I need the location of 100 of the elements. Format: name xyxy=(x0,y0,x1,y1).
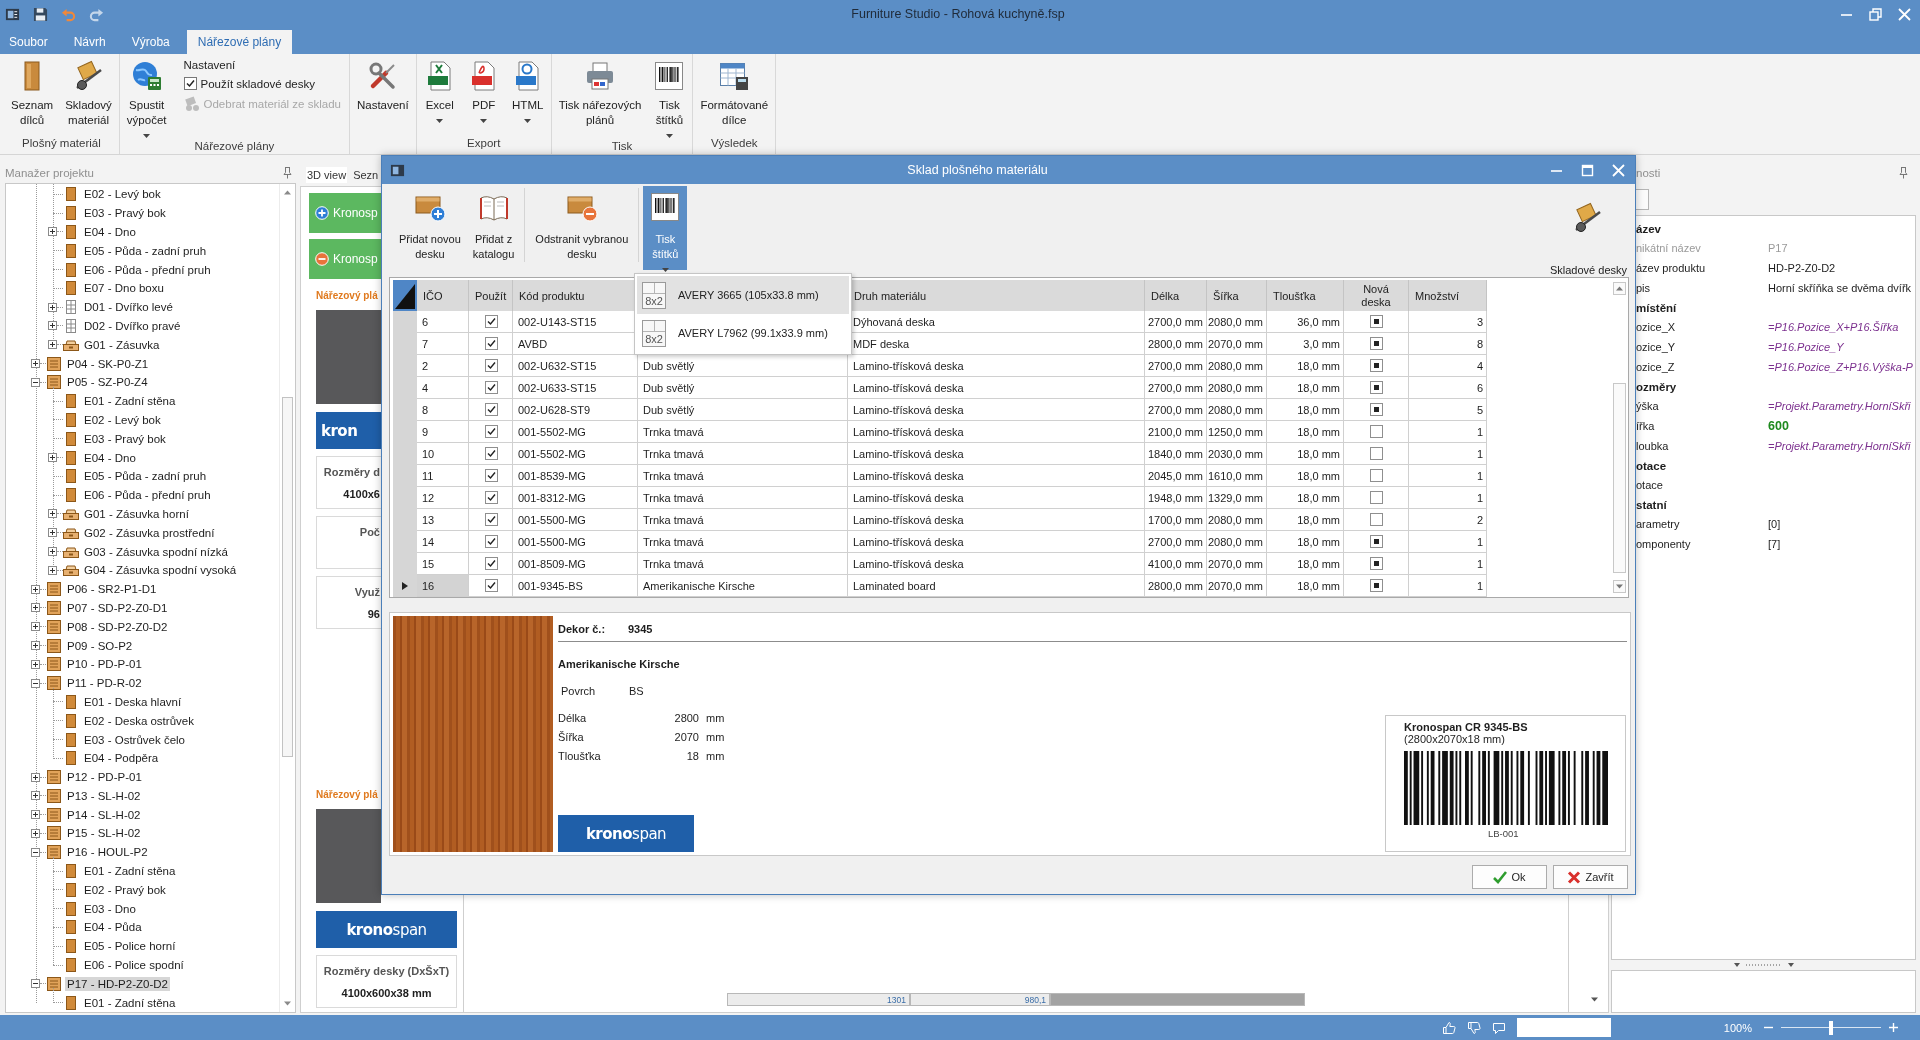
close-icon[interactable] xyxy=(1898,7,1911,21)
property-value[interactable]: =Projekt.Parametry.HorníSkři xyxy=(1768,400,1911,412)
checkbox[interactable] xyxy=(183,77,197,90)
tree-item[interactable]: E05 - Police horní xyxy=(82,939,178,954)
expand-toggle[interactable] xyxy=(31,377,40,387)
checkbox[interactable] xyxy=(1370,491,1383,504)
checkbox[interactable] xyxy=(484,579,498,592)
property-value[interactable]: =P16.Pozice_Z+P16.Výška-P xyxy=(1768,361,1913,373)
close-icon[interactable] xyxy=(1612,163,1625,177)
ribbon-button[interactable]: Skladový materiál xyxy=(62,58,115,130)
ribbon-button[interactable]: Excel xyxy=(420,58,459,125)
toolbar-button[interactable]: Skladové desky xyxy=(1549,184,1627,276)
tree-item[interactable]: G01 - Zásuvka horní xyxy=(82,506,191,521)
expand-icon[interactable] xyxy=(315,206,329,220)
maximize-icon[interactable] xyxy=(1581,163,1594,177)
checkbox[interactable] xyxy=(484,337,498,350)
expand-toggle[interactable] xyxy=(31,641,40,650)
tree-item[interactable]: P10 - PD-P-01 xyxy=(65,657,144,672)
scroll-thumb[interactable] xyxy=(1613,383,1626,573)
tree-item[interactable]: E04 - Dno xyxy=(82,450,138,465)
tree-item[interactable]: P08 - SD-P2-Z0-D2 xyxy=(65,619,170,634)
save-icon[interactable] xyxy=(33,6,48,22)
expand-toggle[interactable] xyxy=(31,603,40,613)
expand-toggle[interactable] xyxy=(31,772,40,782)
tree-item[interactable]: E03 - Ostrůvek čelo xyxy=(82,732,187,747)
ribbon-button[interactable]: Seznam dílců xyxy=(8,58,57,130)
column-header[interactable]: Použít xyxy=(469,280,513,311)
checkbox[interactable] xyxy=(1370,381,1383,394)
dialog-button[interactable]: Zavřít xyxy=(1553,865,1628,889)
column-header[interactable]: Délka xyxy=(1145,280,1207,311)
menu-item[interactable]: 8x2 AVERY L7962 (99.1x33.9 mm) xyxy=(637,314,849,352)
property-value[interactable]: [0] xyxy=(1768,518,1781,530)
column-header[interactable]: Množství xyxy=(1409,280,1487,311)
checkbox[interactable] xyxy=(1370,535,1383,548)
tree-item[interactable]: P15 - SL-H-02 xyxy=(65,826,143,841)
select-all-corner[interactable] xyxy=(393,280,417,311)
speech-bubble-icon[interactable] xyxy=(1491,1020,1506,1035)
toolbar-button[interactable]: Přidat z katalogu xyxy=(466,186,521,270)
scroll-up-icon[interactable] xyxy=(1613,282,1626,295)
checkbox[interactable] xyxy=(484,381,498,394)
tree-item[interactable]: E06 - Police spodní xyxy=(82,958,186,973)
tree-item[interactable]: P16 - HOUL-P2 xyxy=(65,845,150,860)
checkbox[interactable] xyxy=(1370,403,1383,416)
category-label[interactable]: místění xyxy=(1636,301,1677,314)
ribbon-button[interactable]: PDF xyxy=(464,58,503,125)
tree-item[interactable]: E04 - Půda xyxy=(82,920,144,935)
tree-item[interactable]: P13 - SL-H-02 xyxy=(65,788,143,803)
checkbox-option[interactable]: Použít skladové desky xyxy=(183,77,315,90)
expand-toggle[interactable] xyxy=(48,547,57,557)
tree-item[interactable]: E05 - Půda - zadní pruh xyxy=(82,469,209,484)
checkbox[interactable] xyxy=(1370,337,1383,350)
view-tab[interactable]: 3D view xyxy=(306,166,348,183)
thumbs-up-icon[interactable] xyxy=(1441,1020,1456,1035)
column-header[interactable]: Tloušťka xyxy=(1267,280,1344,311)
collapse-icon[interactable] xyxy=(315,252,329,266)
status-field[interactable] xyxy=(1516,1018,1611,1037)
expand-toggle[interactable] xyxy=(48,227,57,237)
view-tab[interactable]: Sezn xyxy=(352,166,380,183)
tree-item[interactable]: E02 - Levý bok xyxy=(82,412,163,427)
tree-item[interactable]: E03 - Dno xyxy=(82,901,138,916)
tree-item[interactable]: P06 - SR2-P1-D1 xyxy=(65,582,159,597)
expand-toggle[interactable] xyxy=(31,622,40,632)
category-label[interactable]: ozměry xyxy=(1636,380,1677,393)
tree-item[interactable]: P14 - SL-H-02 xyxy=(65,807,143,822)
ribbon-button[interactable]: Formátované dílce xyxy=(697,58,772,130)
expand-toggle[interactable] xyxy=(48,340,57,350)
expand-toggle[interactable] xyxy=(48,321,57,331)
app-icon[interactable] xyxy=(390,162,405,178)
checkbox[interactable] xyxy=(484,359,498,372)
checkbox[interactable] xyxy=(1370,315,1383,328)
scroll-down-icon[interactable] xyxy=(1613,580,1626,593)
tree-item[interactable]: E01 - Zadní stěna xyxy=(82,864,178,879)
property-value[interactable]: =P16.Pozice_Y xyxy=(1768,341,1844,353)
checkbox[interactable] xyxy=(1370,557,1383,570)
expand-toggle[interactable] xyxy=(31,791,40,801)
tree-item[interactable]: P07 - SD-P2-Z0-D1 xyxy=(65,600,170,615)
checkbox[interactable] xyxy=(484,535,498,548)
tree-item[interactable]: P09 - SO-P2 xyxy=(65,638,135,653)
tree-item[interactable]: E01 - Zadní stěna xyxy=(82,995,178,1010)
tree-item[interactable]: E05 - Půda - zadní pruh xyxy=(82,243,209,258)
pin-icon[interactable] xyxy=(283,167,292,179)
expand-toggle[interactable] xyxy=(31,678,40,688)
property-value[interactable]: =Projekt.Parametry.HorníSkři xyxy=(1768,440,1911,452)
tree-item[interactable]: P04 - SK-P0-Z1 xyxy=(65,356,151,371)
column-header[interactable]: Šířka xyxy=(1207,280,1267,311)
tree-item[interactable]: G04 - Zásuvka spodní vysoká xyxy=(82,563,239,578)
tree-item[interactable]: E02 - Pravý bok xyxy=(82,882,168,897)
tree-item[interactable]: E07 - Dno boxu xyxy=(82,281,166,296)
dialog-button[interactable]: Ok xyxy=(1472,865,1547,889)
expand-toggle[interactable] xyxy=(31,810,40,820)
expand-toggle[interactable] xyxy=(31,829,40,838)
tree-item[interactable]: E03 - Pravý bok xyxy=(82,431,168,446)
tree-item[interactable]: E01 - Deska hlavní xyxy=(82,694,184,709)
expand-toggle[interactable] xyxy=(31,847,40,857)
property-value[interactable]: HD-P2-Z0-D2 xyxy=(1768,262,1836,274)
ribbon-button[interactable]: Tisk štítků xyxy=(650,58,689,140)
tree-item[interactable]: E02 - Levý bok xyxy=(82,187,163,202)
tree-item[interactable]: E06 - Půda - přední pruh xyxy=(82,262,213,277)
checkbox[interactable] xyxy=(1370,579,1383,592)
expand-toggle[interactable] xyxy=(31,584,40,594)
